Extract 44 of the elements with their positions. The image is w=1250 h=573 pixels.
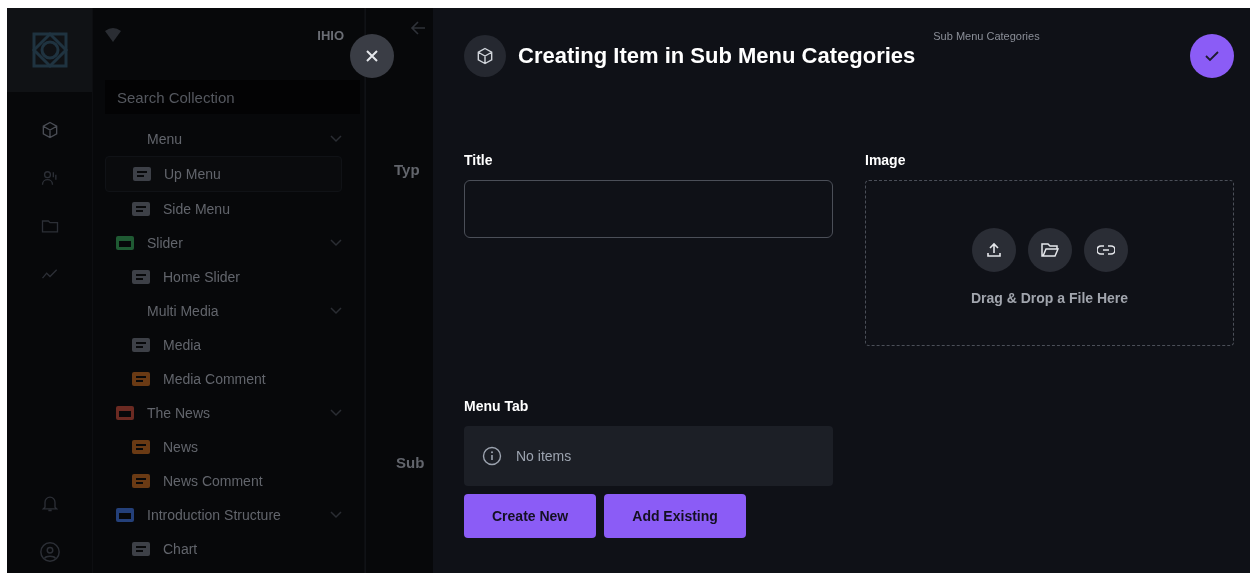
upload-button[interactable] <box>971 228 1016 272</box>
folder-button[interactable] <box>1027 228 1072 272</box>
upload-icon <box>985 242 1002 258</box>
section-label: Typ <box>394 161 420 178</box>
action-button[interactable]: Create New <box>464 494 597 538</box>
section-label: Sub <box>396 454 425 471</box>
sidebar-item[interactable]: News Comment <box>105 464 342 498</box>
search-field[interactable]: Search Collection <box>105 80 360 114</box>
sidebar-item[interactable]: Chart <box>105 532 342 566</box>
sidebar-item[interactable]: Up Menu <box>105 156 342 192</box>
drop-hint: Drag & Drop a File Here <box>970 290 1129 306</box>
wifi-icon <box>105 28 121 42</box>
drawer-title: Creating Item in Sub Menu Categories <box>518 43 916 69</box>
empty-message: No items <box>516 448 572 464</box>
sidebar-group[interactable]: Menu <box>105 122 352 156</box>
sidebar-group[interactable]: The News <box>105 396 352 430</box>
folder-icon <box>1040 242 1059 258</box>
link-icon <box>1096 244 1115 256</box>
link-button[interactable] <box>1083 228 1128 272</box>
sidebar-group[interactable]: Multi Media <box>105 294 352 328</box>
brand-name: IHIO <box>317 28 344 43</box>
check-icon <box>1204 50 1220 62</box>
cube-icon <box>464 35 506 77</box>
sidebar-item[interactable]: Side Menu <box>105 192 342 226</box>
sidebar-item[interactable]: Media <box>105 328 342 362</box>
action-button[interactable]: Add Existing <box>604 494 746 538</box>
sidebar-group[interactable]: Introduction Structure <box>105 498 352 532</box>
title-field[interactable] <box>464 180 833 238</box>
sidebar-item[interactable]: Home Slider <box>105 260 342 294</box>
file-drop-zone[interactable]: Drag & Drop a File Here <box>865 180 1234 346</box>
sidebar-item[interactable]: Media Comment <box>105 362 342 396</box>
collection-name: Sub Menu Categories <box>933 30 1040 42</box>
save-button[interactable] <box>1190 34 1234 78</box>
field-label: Title <box>464 152 494 168</box>
close-icon <box>365 49 379 63</box>
sidebar-group[interactable]: Slider <box>105 226 352 260</box>
users-icon[interactable] <box>39 168 60 188</box>
close-button[interactable] <box>350 34 394 78</box>
info-icon <box>482 446 502 466</box>
user-icon[interactable] <box>38 541 61 563</box>
sidebar-item[interactable]: News <box>105 430 342 464</box>
back-arrow-icon[interactable] <box>410 20 426 36</box>
field-label: Menu Tab <box>464 398 530 414</box>
field-label: Image <box>865 152 907 168</box>
